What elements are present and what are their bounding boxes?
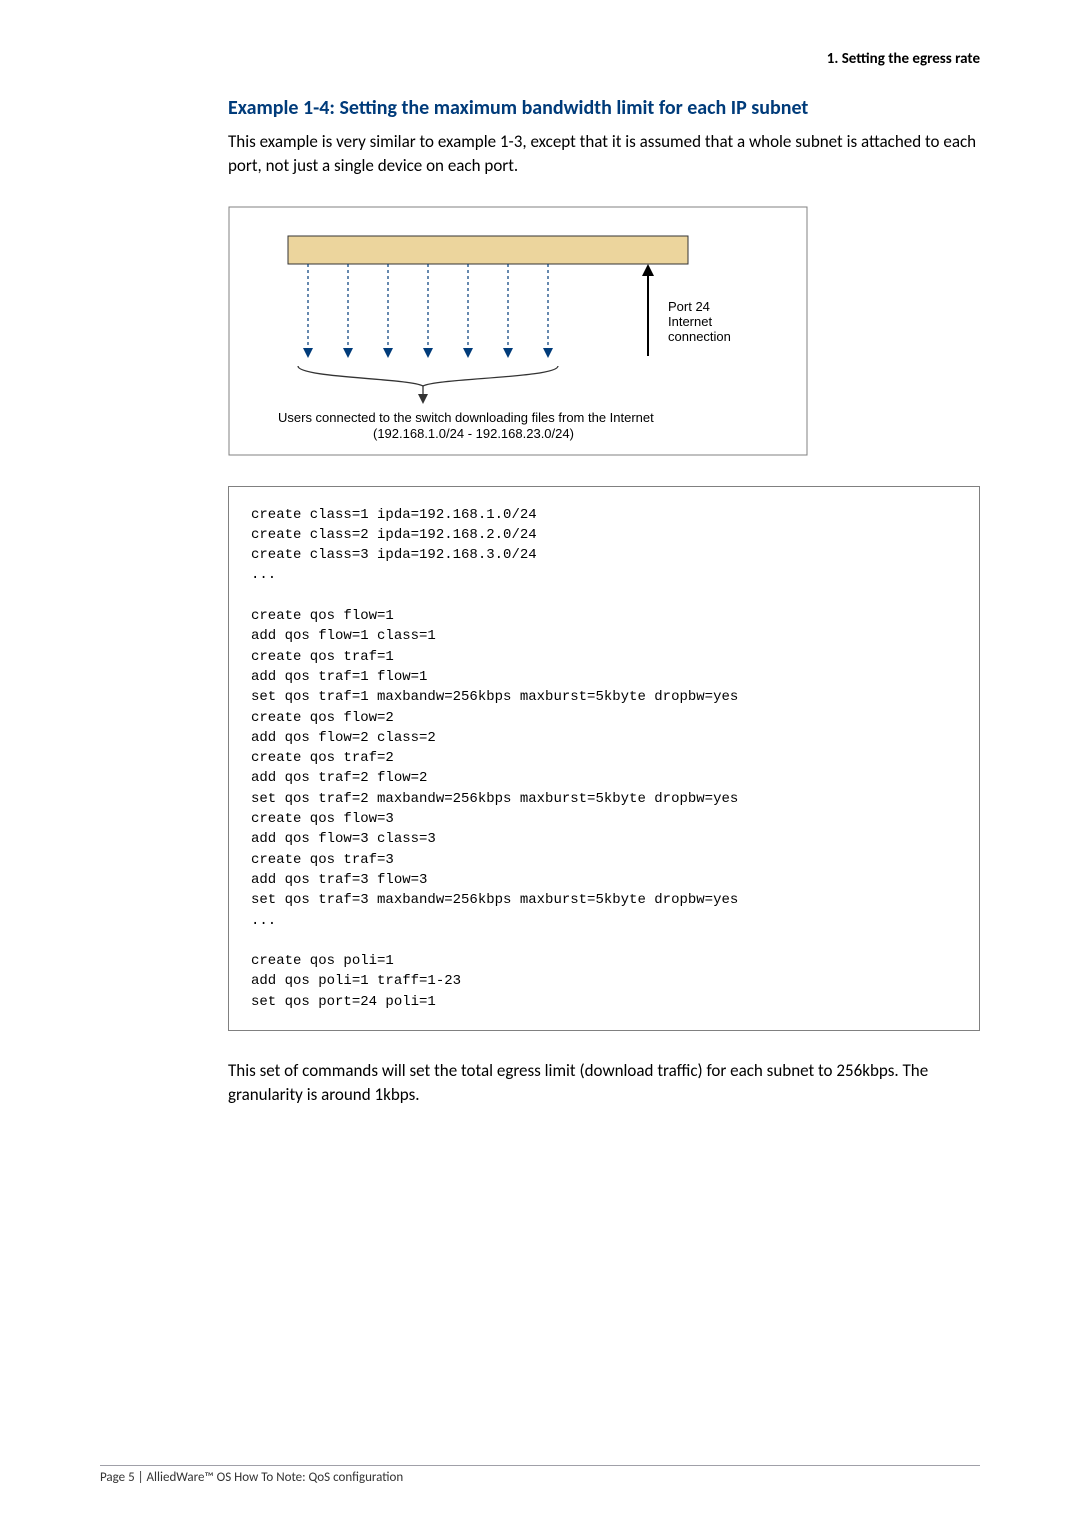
diagram-port-label-2: Internet: [668, 314, 712, 329]
diagram-port-label-3: connection: [668, 329, 731, 344]
page-footer: Page 5 | AlliedWare™ OS How To Note: QoS…: [100, 1465, 980, 1485]
diagram-caption-2: (192.168.1.0/24 - 192.168.23.0/24): [373, 426, 574, 441]
diagram-port-label-1: Port 24: [668, 299, 710, 314]
diagram-svg: Port 24 Internet connection Users connec…: [228, 206, 808, 456]
code-block: create class=1 ipda=192.168.1.0/24 creat…: [228, 486, 980, 1031]
intro-paragraph: This example is very similar to example …: [228, 130, 980, 178]
example-title: Example 1-4: Setting the maximum bandwid…: [228, 96, 980, 120]
outro-paragraph: This set of commands will set the total …: [228, 1059, 980, 1107]
section-header: 1. Setting the egress rate: [100, 50, 980, 68]
network-diagram: Port 24 Internet connection Users connec…: [228, 206, 980, 456]
page: 1. Setting the egress rate Example 1-4: …: [0, 0, 1080, 1527]
diagram-caption-1: Users connected to the switch downloadin…: [278, 410, 654, 425]
